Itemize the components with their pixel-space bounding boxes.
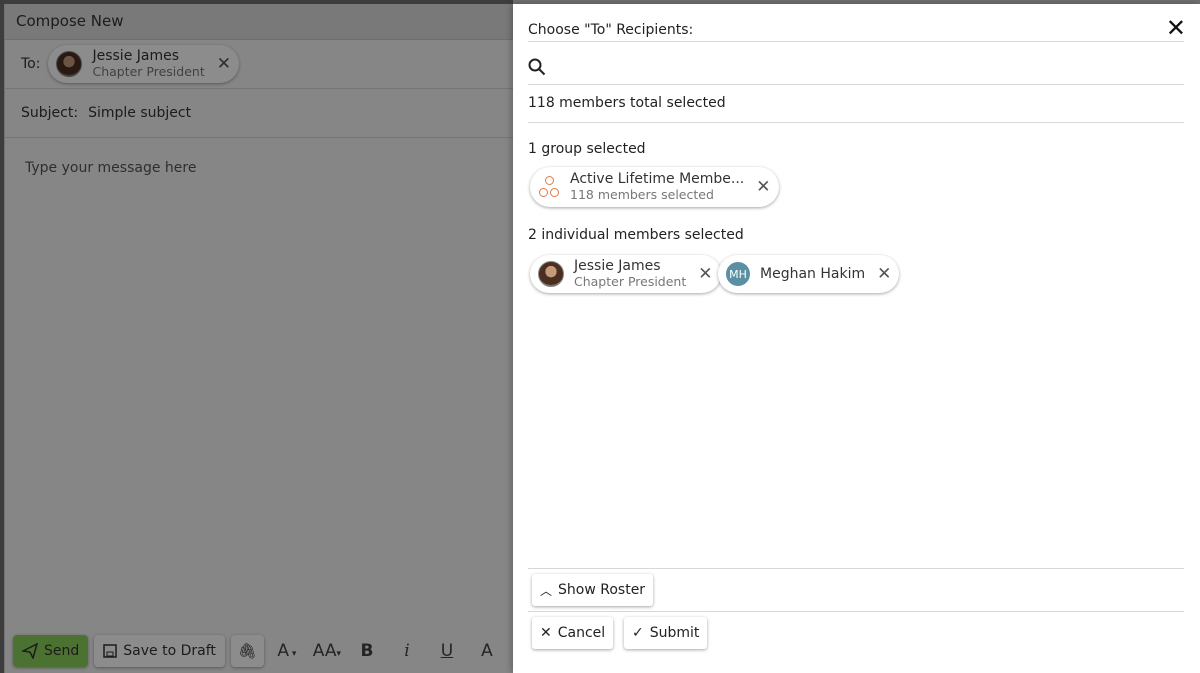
chevron-up-icon: ︿ xyxy=(540,583,553,598)
check-icon: ✓ xyxy=(632,625,644,641)
close-icon: ✕ xyxy=(540,625,552,641)
divider xyxy=(528,122,1184,123)
close-icon[interactable]: ✕ xyxy=(1166,14,1186,42)
search-icon xyxy=(528,58,546,76)
search-bar xyxy=(528,52,1183,82)
divider xyxy=(528,611,1184,612)
submit-button[interactable]: ✓ Submit xyxy=(624,617,708,649)
chip-name: Active Lifetime Membe... xyxy=(570,171,745,187)
chip-text: Jessie James Chapter President xyxy=(574,258,687,290)
cancel-button[interactable]: ✕ Cancel xyxy=(532,617,614,649)
chip-name: Jessie James xyxy=(574,258,661,274)
chip-text: Active Lifetime Membe... 118 members sel… xyxy=(570,171,745,203)
search-input[interactable] xyxy=(554,58,1183,76)
panel-title: Choose "To" Recipients: xyxy=(528,22,694,38)
individual-chip[interactable]: MH Meghan Hakim ✕ xyxy=(718,255,900,293)
divider xyxy=(528,41,1184,42)
avatar-initials: MH xyxy=(726,262,750,286)
group-icon xyxy=(538,176,560,198)
chip-text: Meghan Hakim xyxy=(760,265,866,282)
divider xyxy=(528,84,1184,85)
recipient-panel: Choose "To" Recipients: ✕ 118 members to… xyxy=(513,4,1200,673)
individual-chip[interactable]: Jessie James Chapter President ✕ xyxy=(530,255,721,293)
modal-backdrop[interactable] xyxy=(0,0,513,673)
chip-subtitle: 118 members selected xyxy=(570,187,714,202)
cancel-label: Cancel xyxy=(557,625,606,641)
individual-section-label: 2 individual members selected xyxy=(528,227,744,243)
avatar xyxy=(538,261,564,287)
chip-subtitle: Chapter President xyxy=(574,274,687,289)
total-selected-text: 118 members total selected xyxy=(528,95,726,111)
group-section-label: 1 group selected xyxy=(528,141,646,157)
remove-group-icon[interactable]: ✕ xyxy=(756,177,770,197)
show-roster-button[interactable]: ︿ Show Roster xyxy=(532,574,654,606)
remove-individual-icon[interactable]: ✕ xyxy=(698,264,712,284)
group-chip[interactable]: Active Lifetime Membe... 118 members sel… xyxy=(530,167,779,207)
divider xyxy=(528,568,1184,569)
submit-label: Submit xyxy=(649,625,700,641)
show-roster-label: Show Roster xyxy=(558,582,646,598)
remove-individual-icon[interactable]: ✕ xyxy=(877,264,891,284)
chip-name: Meghan Hakim xyxy=(760,265,866,282)
